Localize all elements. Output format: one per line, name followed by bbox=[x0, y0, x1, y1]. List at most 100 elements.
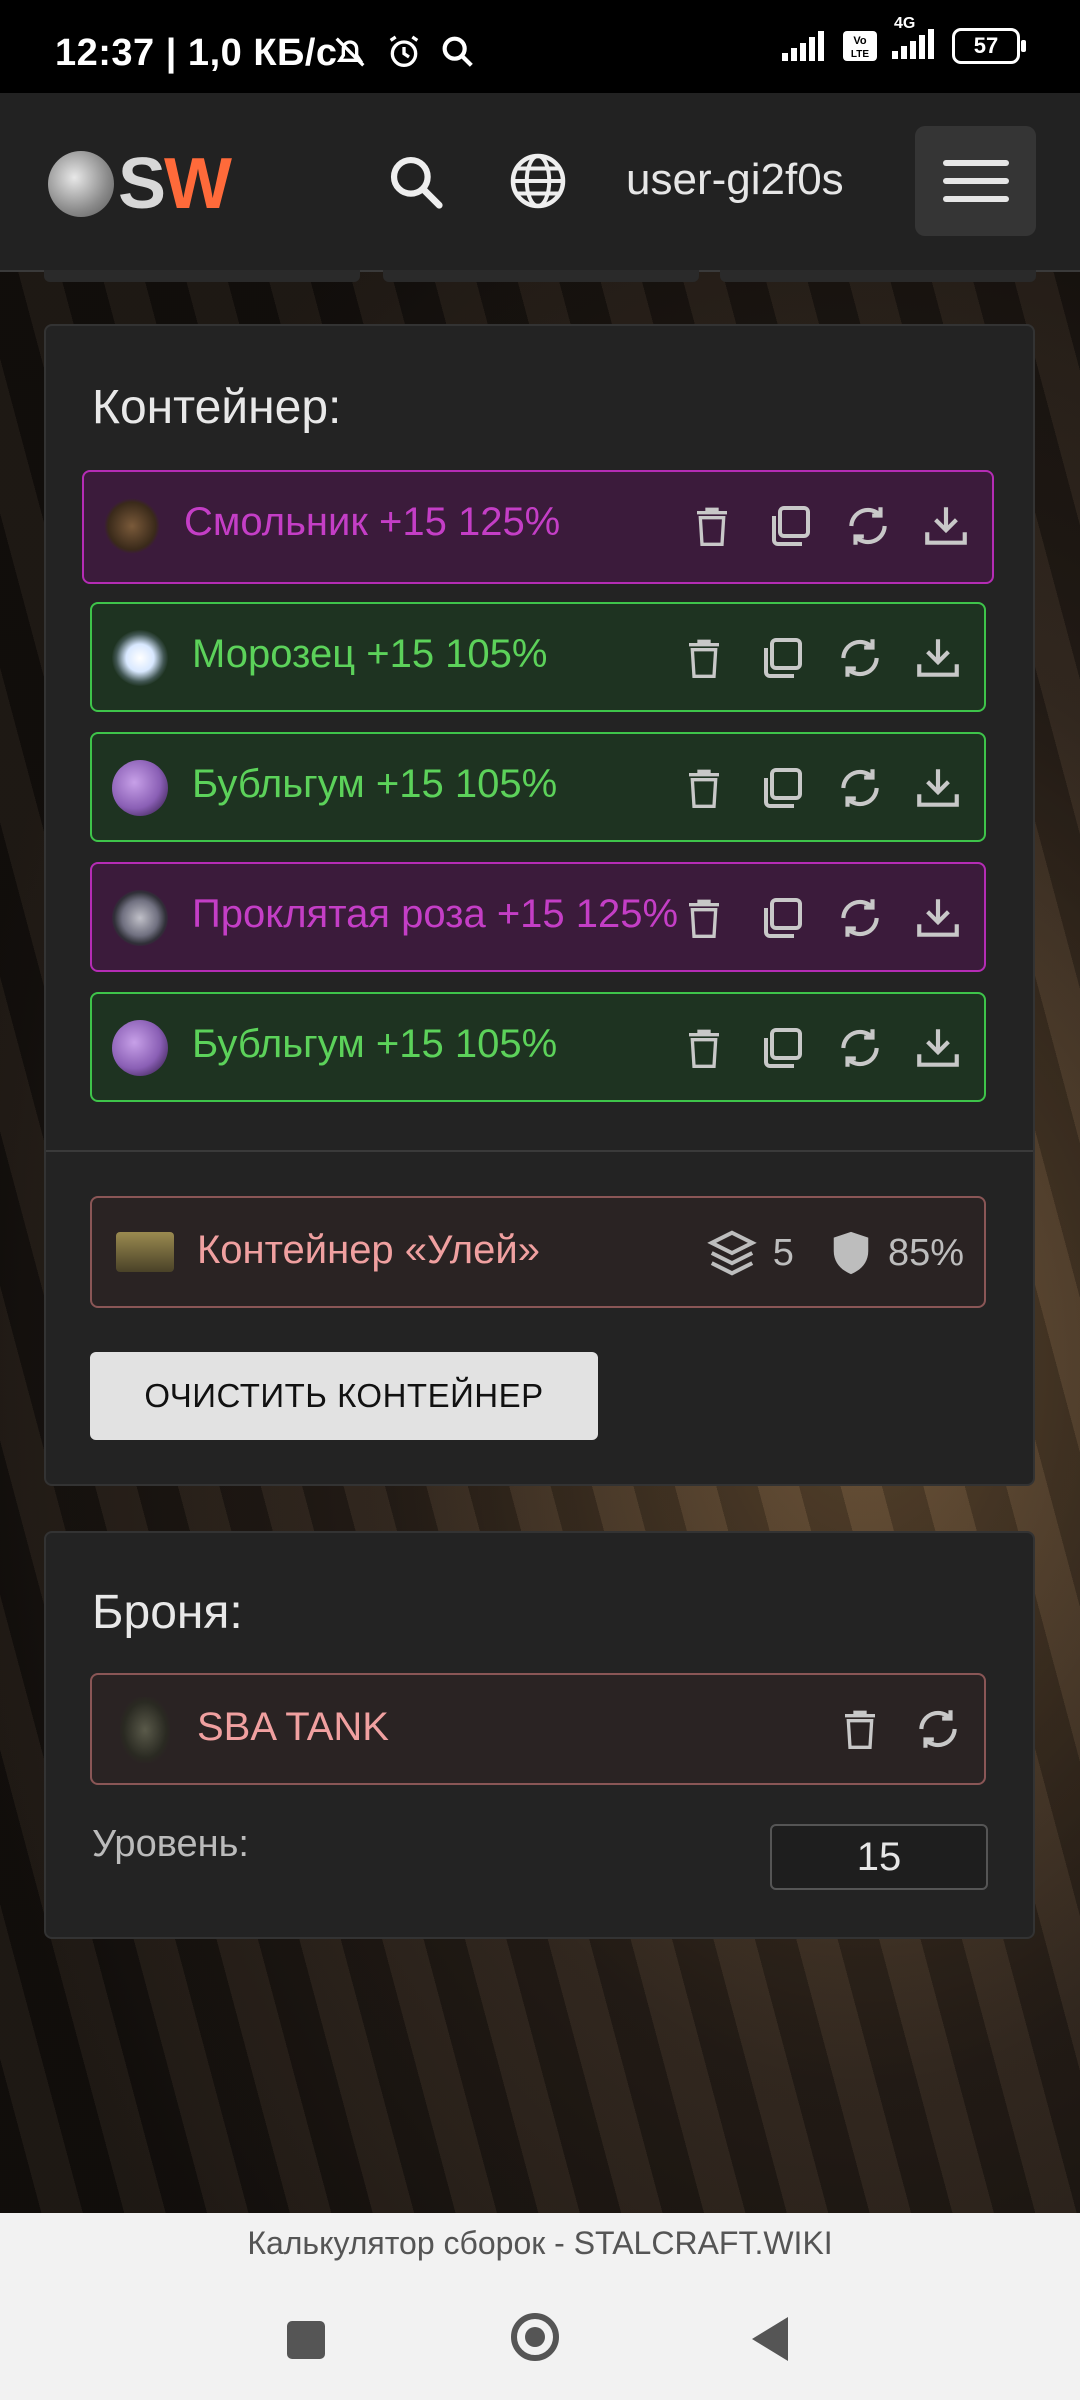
swap-button[interactable] bbox=[834, 632, 886, 684]
hamburger-line bbox=[943, 160, 1009, 166]
swap-button[interactable] bbox=[842, 500, 894, 552]
swap-button[interactable] bbox=[834, 892, 886, 944]
copy-icon bbox=[764, 898, 802, 938]
container-thumbnail bbox=[116, 1232, 174, 1272]
artifact-name: Морозец +15 105% bbox=[192, 632, 548, 676]
delete-button[interactable] bbox=[678, 1022, 730, 1074]
hamburger-line bbox=[943, 178, 1009, 184]
hidden-tab bbox=[720, 270, 1036, 282]
artifact-slot[interactable]: Морозец +15 105% bbox=[90, 602, 986, 712]
home-button[interactable] bbox=[511, 2313, 559, 2361]
swap-button[interactable] bbox=[834, 1022, 886, 1074]
search-icon bbox=[442, 36, 473, 67]
search-button[interactable] bbox=[385, 151, 447, 218]
container-protection: 85% bbox=[887, 1231, 964, 1274]
delete-button[interactable] bbox=[686, 500, 738, 552]
slot-actions bbox=[678, 1022, 964, 1074]
status-icons bbox=[330, 32, 478, 72]
logo-letter-w: W bbox=[164, 144, 232, 224]
status-bar: 12:37 | 1,0 КБ/с Vo LTE 4G 57 bbox=[0, 0, 1080, 93]
artifact-slot[interactable]: Проклятая роза +15 125% bbox=[90, 862, 986, 972]
export-button[interactable] bbox=[920, 500, 972, 552]
download-icon bbox=[917, 1029, 959, 1067]
armor-thumbnail bbox=[120, 1697, 170, 1763]
username-link[interactable]: user-gi2f0s bbox=[626, 155, 844, 205]
section-divider bbox=[46, 1150, 1033, 1152]
copy-button[interactable] bbox=[756, 892, 808, 944]
slot-actions bbox=[678, 762, 964, 814]
trash-icon bbox=[689, 1029, 719, 1068]
swap-icon bbox=[849, 507, 887, 545]
download-icon bbox=[917, 899, 959, 937]
delete-button[interactable] bbox=[678, 762, 730, 814]
container-stats: 5 85% bbox=[705, 1226, 964, 1280]
download-icon bbox=[925, 507, 967, 545]
network-label: 4G bbox=[894, 14, 916, 32]
export-button[interactable] bbox=[912, 1022, 964, 1074]
svg-text:LTE: LTE bbox=[851, 49, 869, 60]
artifact-name: Смольник +15 125% bbox=[184, 500, 561, 544]
trash-icon bbox=[689, 769, 719, 808]
copy-button[interactable] bbox=[764, 500, 816, 552]
export-button[interactable] bbox=[912, 632, 964, 684]
mute-bell-icon bbox=[335, 37, 365, 67]
shield-icon bbox=[833, 1231, 869, 1275]
copy-icon bbox=[764, 638, 802, 678]
swap-button[interactable] bbox=[834, 762, 886, 814]
level-input[interactable]: 15 bbox=[770, 1824, 988, 1890]
copy-button[interactable] bbox=[756, 1022, 808, 1074]
artifact-slot[interactable]: Смольник +15 125% bbox=[82, 470, 994, 584]
trash-icon bbox=[697, 507, 727, 546]
artifact-name: Проклятая роза +15 125% bbox=[192, 892, 679, 936]
artifact-slot[interactable]: Бубльгум +15 105% bbox=[90, 732, 986, 842]
copy-button[interactable] bbox=[756, 762, 808, 814]
delete-button[interactable] bbox=[834, 1703, 886, 1755]
svg-text:Vo: Vo bbox=[853, 35, 867, 47]
container-card: Контейнер: Смольник +15 125% Морозец +15… bbox=[44, 324, 1035, 1486]
container-capacity: 5 bbox=[772, 1231, 794, 1274]
logo-globe-icon bbox=[48, 151, 114, 217]
copy-button[interactable] bbox=[756, 632, 808, 684]
slot-actions bbox=[678, 892, 964, 944]
armor-select[interactable]: SBA TANK bbox=[90, 1673, 986, 1785]
copy-icon bbox=[764, 1028, 802, 1068]
status-time: 12:37 | 1,0 КБ/с bbox=[55, 32, 338, 74]
level-label: Уровень: bbox=[92, 1823, 249, 1865]
container-select[interactable]: Контейнер «Улей» 5 85% bbox=[90, 1196, 986, 1308]
artifact-slot[interactable]: Бубльгум +15 105% bbox=[90, 992, 986, 1102]
download-icon bbox=[917, 769, 959, 807]
browser-page-title: Калькулятор сборок - STALCRAFT.WIKI bbox=[0, 2213, 1080, 2273]
slot-actions bbox=[678, 632, 964, 684]
artifact-thumbnail bbox=[112, 760, 168, 816]
back-button[interactable] bbox=[752, 2317, 788, 2361]
export-button[interactable] bbox=[912, 892, 964, 944]
artifact-name: Бубльгум +15 105% bbox=[192, 1022, 558, 1066]
hidden-tab bbox=[383, 270, 699, 282]
site-header: SW user-gi2f0s bbox=[0, 93, 1080, 272]
swap-icon bbox=[841, 899, 879, 937]
swap-icon bbox=[841, 769, 879, 807]
artifact-name: Бубльгум +15 105% bbox=[192, 762, 558, 806]
clear-container-button[interactable]: ОЧИСТИТЬ КОНТЕЙНЕР bbox=[90, 1352, 598, 1440]
armor-section-title: Броня: bbox=[92, 1586, 243, 1639]
armor-card: Броня: SBA TANK Уровень: 15 bbox=[44, 1531, 1035, 1939]
recent-apps-button[interactable] bbox=[287, 2321, 325, 2359]
system-navigation-bar bbox=[0, 2273, 1080, 2400]
delete-button[interactable] bbox=[678, 892, 730, 944]
slot-actions bbox=[686, 500, 972, 552]
language-button[interactable] bbox=[508, 151, 568, 216]
swap-icon bbox=[841, 1029, 879, 1067]
swap-button[interactable] bbox=[912, 1703, 964, 1755]
artifact-thumbnail bbox=[112, 630, 168, 686]
delete-button[interactable] bbox=[678, 632, 730, 684]
export-button[interactable] bbox=[912, 762, 964, 814]
trash-icon bbox=[689, 639, 719, 678]
trash-icon bbox=[845, 1710, 875, 1749]
hamburger-menu-button[interactable] bbox=[915, 126, 1036, 236]
layers-icon bbox=[707, 1230, 757, 1276]
site-logo[interactable]: SW bbox=[48, 143, 232, 225]
search-icon bbox=[390, 156, 443, 209]
armor-actions bbox=[834, 1703, 964, 1755]
download-icon bbox=[917, 639, 959, 677]
signal-icon bbox=[892, 28, 934, 59]
